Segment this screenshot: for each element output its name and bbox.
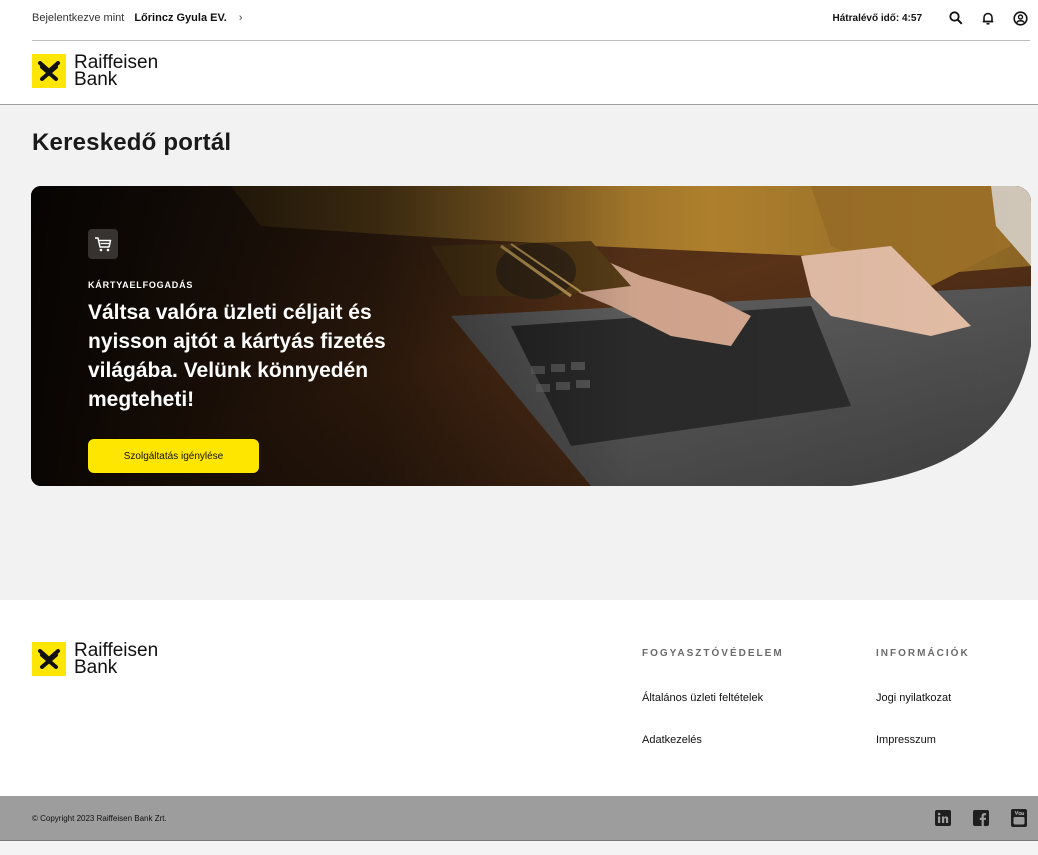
youtube-icon[interactable] xyxy=(1010,809,1028,827)
hero-headline: Váltsa valóra üzleti céljait és nyisson … xyxy=(88,301,386,411)
top-actions: Hátralévő idő: 4:57 xyxy=(833,8,1030,28)
cart-icon xyxy=(88,229,118,259)
bottom-strip xyxy=(0,841,1038,855)
login-label: Bejelentkezve mint xyxy=(32,12,125,24)
bell-icon[interactable] xyxy=(978,8,998,28)
footer-logo-mark xyxy=(32,642,66,676)
footer-column-information: INFORMÁCIÓK Jogi nyilatkozat Impresszum xyxy=(876,648,970,746)
footer-logo-text: Raiffeisen Bank xyxy=(74,641,158,678)
top-bar: Bejelentkezve mint Lőrincz Gyula EV. › H… xyxy=(0,0,1038,40)
link-legal-notice[interactable]: Jogi nyilatkozat xyxy=(876,692,970,704)
chevron-right-icon[interactable]: › xyxy=(239,12,243,24)
linkedin-icon[interactable] xyxy=(934,809,952,827)
copyright-bar: © Copyright 2023 Raiffeisen Bank Zrt. xyxy=(0,796,1038,840)
timer-value: 4:57 xyxy=(901,12,922,24)
footer-logo-line2: Bank xyxy=(74,657,118,678)
search-icon[interactable] xyxy=(946,8,966,28)
user-icon[interactable] xyxy=(1010,8,1030,28)
user-name[interactable]: Lőrincz Gyula EV. xyxy=(134,12,227,24)
footer-raiffeisen-logo[interactable]: Raiffeisen Bank xyxy=(32,641,158,678)
top-divider xyxy=(32,40,1030,41)
footer-column-consumer-protection: FOGYASZTÓVÉDELEM Általános üzleti feltét… xyxy=(642,648,784,746)
link-imprint[interactable]: Impresszum xyxy=(876,734,970,746)
raiffeisen-logo[interactable]: Raiffeisen Bank xyxy=(32,53,158,90)
social-links xyxy=(914,809,1028,827)
main-content: Kereskedő portál KÁRTYAELFOGADÁS Váltsa … xyxy=(0,105,1038,600)
link-general-terms[interactable]: Általános üzleti feltételek xyxy=(642,692,784,704)
footer: Raiffeisen Bank FOGYASZTÓVÉDELEM Általán… xyxy=(0,600,1038,796)
hero-eyebrow: KÁRTYAELFOGADÁS xyxy=(88,280,194,290)
timer-label: Hátralévő idő: xyxy=(832,12,900,24)
footer-heading-information: INFORMÁCIÓK xyxy=(876,648,970,659)
hero-banner: KÁRTYAELFOGADÁS Váltsa valóra üzleti cél… xyxy=(31,186,1031,486)
footer-heading-consumer-protection: FOGYASZTÓVÉDELEM xyxy=(642,648,784,659)
page-title: Kereskedő portál xyxy=(32,129,232,156)
raiffeisen-logo-mark xyxy=(32,54,66,88)
facebook-icon[interactable] xyxy=(972,809,990,827)
request-service-button[interactable]: Szolgáltatás igénylése xyxy=(88,439,259,473)
logo-line2: Bank xyxy=(74,69,118,90)
link-data-handling[interactable]: Adatkezelés xyxy=(642,734,784,746)
raiffeisen-logo-text: Raiffeisen Bank xyxy=(74,53,158,90)
login-info[interactable]: Bejelentkezve mint Lőrincz Gyula EV. › xyxy=(32,12,243,24)
copyright-text: © Copyright 2023 Raiffeisen Bank Zrt. xyxy=(32,814,167,823)
session-timer: Hátralévő idő: 4:57 xyxy=(833,13,922,24)
